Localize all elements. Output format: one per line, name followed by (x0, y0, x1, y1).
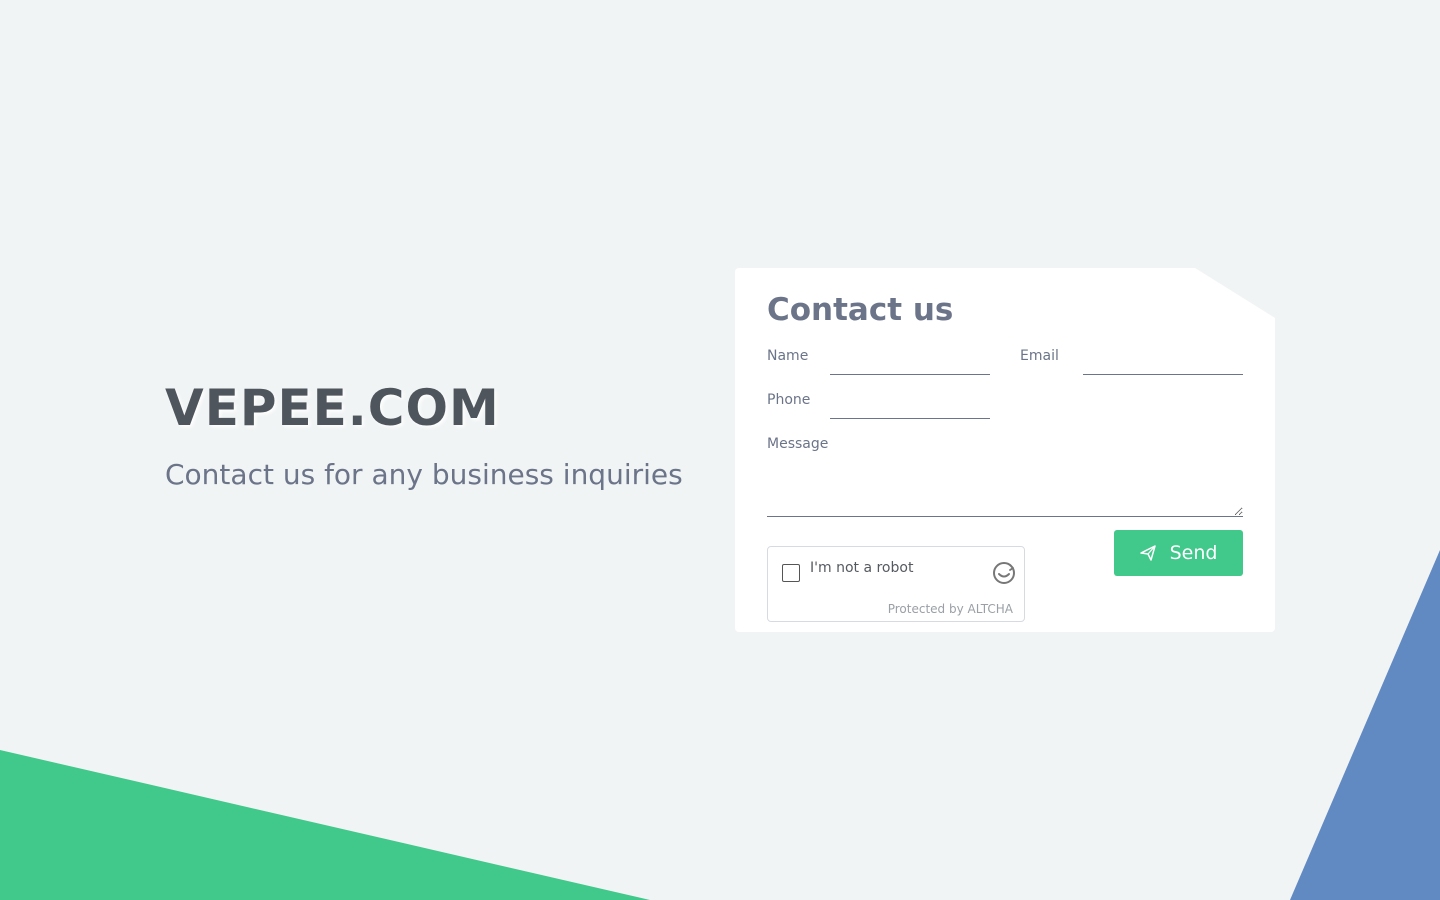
captcha-label: I'm not a robot (810, 560, 914, 576)
brand-title: VEPEE.COM (165, 379, 500, 437)
captcha-footer: Protected by ALTCHA (887, 602, 1013, 616)
contact-title: Contact us (767, 292, 954, 328)
send-button[interactable]: Send (1114, 530, 1243, 576)
name-label: Name (767, 348, 809, 364)
captcha-widget: I'm not a robot Protected by ALTCHA (767, 546, 1025, 622)
green-corner-shape (0, 750, 650, 900)
captcha-checkbox[interactable] (782, 564, 800, 582)
brand-subtitle: Contact us for any business inquiries (165, 458, 683, 491)
paper-plane-icon (1139, 545, 1156, 561)
email-input[interactable] (1083, 348, 1243, 375)
message-label: Message (767, 436, 829, 452)
altcha-logo-icon (993, 562, 1015, 584)
phone-input[interactable] (830, 392, 990, 419)
message-textarea[interactable] (767, 464, 1243, 517)
contact-card: Contact us Name Email Phone Message I'm … (735, 268, 1275, 632)
name-input[interactable] (830, 348, 990, 375)
email-label: Email (1020, 348, 1059, 364)
send-label: Send (1169, 542, 1218, 564)
brand-block: VEPEE.COM Contact us for any business in… (165, 378, 725, 492)
blue-corner-shape (1290, 550, 1440, 900)
phone-label: Phone (767, 392, 811, 408)
